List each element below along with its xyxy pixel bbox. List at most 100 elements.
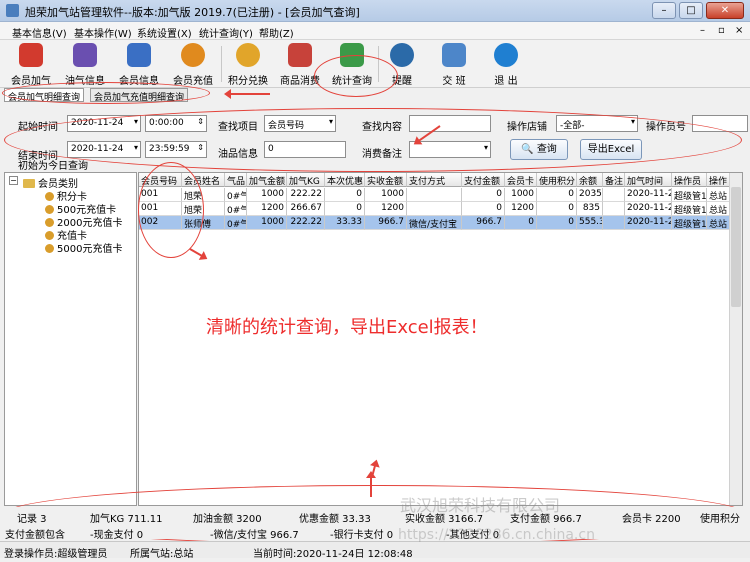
close-button[interactable]: ✕ [706, 2, 744, 19]
grid-cell: 1000 [505, 188, 537, 202]
card-icon [45, 231, 54, 240]
card-icon [45, 205, 54, 214]
tree-item[interactable]: 500元充值卡 [45, 201, 116, 216]
tool-fuel-info[interactable]: 油气信息 [59, 42, 111, 87]
maximize-button[interactable]: □ [679, 2, 703, 19]
tool-member-info[interactable]: 会员信息 [113, 42, 165, 87]
col-header[interactable]: 余额 [577, 173, 603, 187]
grid-cell: 0 [505, 216, 537, 230]
col-header[interactable]: 备注 [603, 173, 625, 187]
payment-cash: -现金支付 0 [90, 530, 144, 541]
grid-vertical-scrollbar[interactable] [729, 173, 742, 505]
grid-cell [603, 202, 625, 216]
payment-breakdown-bar: 支付金额包含 -现金支付 0 -微信/支付宝 966.7 -银行卡支付 0 -其… [0, 523, 750, 541]
tool-member-refuel[interactable]: 会员加气 [5, 42, 57, 87]
menu-bar: 基本信息(V) 基本操作(W) 系统设置(X) 统计查询(Y) 帮助(Z) – … [0, 22, 750, 40]
status-time: 当前时间:2020-11-24日 12:08:48 [253, 549, 413, 560]
grid-cell: 2020-11-24 [625, 202, 672, 216]
menu-settings[interactable]: 系统设置(X) [137, 25, 192, 40]
menu-basic-info[interactable]: 基本信息(V) [12, 25, 67, 40]
refuel-detail-grid: 会员号码 会员姓名 气品 加气金额 加气KG 本次优惠 实收金额 支付方式 支付… [138, 172, 743, 506]
col-header[interactable]: 气品 [225, 173, 247, 187]
col-header[interactable]: 操作员 [672, 173, 707, 187]
payment-label: 支付金额包含 [5, 530, 65, 541]
grid-cell [407, 188, 462, 202]
fuel-icon [73, 43, 97, 67]
grid-cell: 0#气 [225, 202, 247, 216]
tree-root[interactable]: 会员类别 [23, 175, 78, 190]
menu-help[interactable]: 帮助(Z) [259, 25, 294, 40]
grid-cell: 0 [462, 188, 505, 202]
grid-cell: 1200 [247, 202, 287, 216]
tree-item[interactable]: 积分卡 [45, 188, 87, 203]
tool-exit[interactable]: 退 出 [480, 42, 532, 87]
grid-cell: 0 [537, 202, 577, 216]
company-watermark: 武汉旭荣科技有限公司 [400, 496, 561, 515]
grid-cell: 1000 [365, 188, 407, 202]
annotation-ellipse [314, 55, 398, 97]
minimize-button[interactable]: – [652, 2, 676, 19]
grid-cell [603, 216, 625, 230]
grid-cell: 0#气 [225, 188, 247, 202]
card-icon [45, 218, 54, 227]
summary-bar: 记录 3 加气KG 711.11 加油金额 3200 优惠金额 33.33 实收… [0, 507, 750, 525]
annotation-ellipse [138, 162, 204, 258]
menu-basic-ops[interactable]: 基本操作(W) [74, 25, 132, 40]
payment-bank: -银行卡支付 0 [330, 530, 394, 541]
tool-points-exchange[interactable]: 积分兑换 [222, 42, 274, 87]
col-header[interactable]: 实收金额 [365, 173, 407, 187]
grid-cell: 33.33 [325, 216, 365, 230]
scrollbar-thumb[interactable] [731, 187, 741, 307]
annotation-ellipse [2, 82, 210, 104]
status-bar: 登录操作员:超级管理员 所属气站:总站 当前时间:2020-11-24日 12:… [0, 541, 750, 560]
status-operator: 登录操作员:超级管理员 [4, 549, 108, 560]
col-header[interactable]: 操作 [707, 173, 731, 187]
grid-cell: 555.3 [577, 216, 603, 230]
tool-handover[interactable]: 交 班 [428, 42, 480, 87]
grid-cell: 1200 [505, 202, 537, 216]
menu-statistics[interactable]: 统计查询(Y) [199, 25, 253, 40]
car-icon [19, 43, 43, 67]
mdi-close-icon[interactable]: × [735, 25, 743, 36]
col-header[interactable]: 加气金额 [247, 173, 287, 187]
grid-cell: 超级管1 [672, 216, 707, 230]
grid-cell: 超级管1 [672, 188, 707, 202]
tree-item[interactable]: 5000元充值卡 [45, 240, 122, 255]
tool-member-recharge[interactable]: 会员充值 [167, 42, 219, 87]
col-header[interactable]: 加气KG [287, 173, 325, 187]
grid-cell [407, 202, 462, 216]
grid-cell: 2020-11-24 [625, 216, 672, 230]
window-title: 旭荣加气站管理软件--版本:加气版 2019.7(已注册) - [会员加气查询] [25, 6, 360, 19]
grid-cell: 1000 [247, 188, 287, 202]
gift-icon [236, 43, 260, 67]
grid-cell: 966.7 [365, 216, 407, 230]
grid-cell: 2035 [577, 188, 603, 202]
grid-cell: 总站 [707, 202, 731, 216]
grid-cell: 1000 [247, 216, 287, 230]
grid-cell [603, 188, 625, 202]
grid-cell: 1200 [365, 202, 407, 216]
coin-icon [181, 43, 205, 67]
col-header[interactable]: 本次优惠 [325, 173, 365, 187]
mdi-minimize-icon[interactable]: – [700, 25, 705, 36]
card-icon [45, 192, 54, 201]
mdi-restore-icon[interactable]: ▫ [718, 25, 725, 36]
tree-item[interactable]: 充值卡 [45, 227, 87, 242]
col-header[interactable]: 支付金额 [462, 173, 505, 187]
col-header[interactable]: 会员卡 [505, 173, 537, 187]
col-header[interactable]: 加气时间 [625, 173, 672, 187]
grid-cell: 966.7 [462, 216, 505, 230]
col-header[interactable]: 支付方式 [407, 173, 462, 187]
col-header[interactable]: 使用积分 [537, 173, 577, 187]
annotation-ellipse [4, 108, 742, 172]
tree-collapse-icon[interactable]: − [9, 176, 18, 185]
folder-icon [23, 179, 35, 188]
promo-caption: 清晰的统计查询，导出Excel报表！ [206, 317, 488, 338]
clock-icon [390, 43, 414, 67]
tree-item[interactable]: 2000元充值卡 [45, 214, 122, 229]
grid-cell: 总站 [707, 216, 731, 230]
app-icon [6, 4, 19, 17]
grid-cell: 微信/支付宝 [407, 216, 462, 230]
grid-cell: 2020-11-24 [625, 188, 672, 202]
url-watermark: https://2328286.cn.china.cn [398, 527, 595, 543]
